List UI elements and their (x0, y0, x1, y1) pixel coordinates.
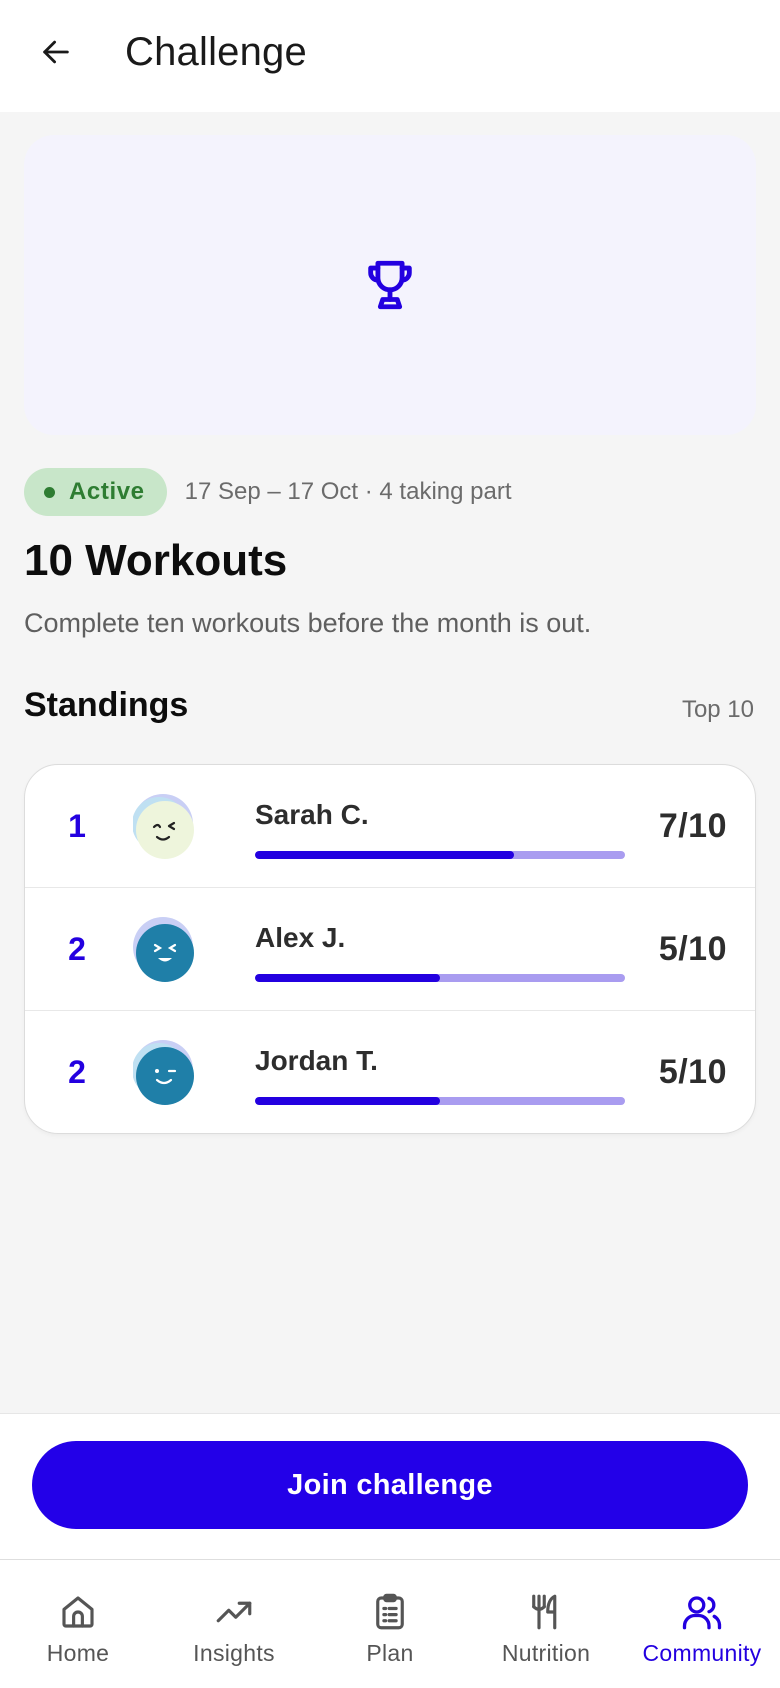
progress-bar (255, 974, 625, 982)
arrow-left-icon (43, 40, 69, 64)
rank-number: 1 (68, 808, 86, 844)
nav-item-plan[interactable]: Plan (312, 1560, 468, 1688)
nav-item-nutrition[interactable]: Nutrition (468, 1560, 624, 1688)
trophy-icon (368, 260, 412, 310)
avatar (133, 794, 194, 859)
status-dot-icon (44, 486, 55, 498)
clipboard-icon (376, 1593, 404, 1630)
challenge-title: 10 Workouts (24, 536, 288, 585)
standings-row[interactable]: 2 Alex J. 5/10 (25, 888, 755, 1011)
participant-name: Jordan T. (255, 1045, 378, 1076)
progress-bar-fill (255, 1097, 440, 1105)
back-button[interactable] (30, 26, 82, 78)
trending-up-icon (216, 1601, 252, 1623)
standings-row[interactable]: 2 Jordan T. 5/10 (25, 1011, 755, 1133)
cta-bar: Join challenge (0, 1413, 780, 1559)
bottom-navigation: Home Insights Plan Nutrition Community (0, 1559, 780, 1688)
progress-bar-fill (255, 974, 440, 982)
challenge-meta-row: Active 17 Sep – 17 Oct · 4 taking part (24, 468, 512, 516)
nav-label: Nutrition (501, 1640, 591, 1666)
nav-label: Home (46, 1640, 110, 1666)
progress-bar-fill (255, 851, 514, 859)
rank-number: 2 (68, 1054, 86, 1090)
nav-label: Insights (193, 1640, 275, 1666)
avatar (133, 1040, 194, 1105)
nav-label: Community (642, 1640, 762, 1666)
top-app-bar: Challenge (0, 0, 780, 112)
status-badge: Active (24, 468, 167, 516)
participant-name: Sarah C. (255, 799, 369, 830)
standings-limit-label: Top 10 (681, 696, 754, 723)
join-challenge-button[interactable]: Join challenge (32, 1441, 748, 1529)
progress-bar (255, 851, 625, 859)
challenge-hero-banner (24, 135, 756, 435)
participant-name: Alex J. (255, 922, 346, 953)
home-icon (62, 1596, 94, 1628)
challenge-dates-participants: 17 Sep – 17 Oct · 4 taking part (184, 478, 512, 505)
nav-item-community[interactable]: Community (624, 1560, 780, 1688)
nav-item-home[interactable]: Home (0, 1560, 156, 1688)
users-icon (682, 1596, 722, 1630)
nav-label: Plan (366, 1640, 414, 1666)
challenge-description: Complete ten workouts before the month i… (24, 608, 592, 638)
nav-item-insights[interactable]: Insights (156, 1560, 312, 1688)
rank-number: 2 (68, 931, 86, 967)
standings-list: 1 Sarah C. 7/10 2 Alex J. 5/10 2 Jordan … (24, 764, 756, 1134)
status-label: Active (69, 478, 145, 505)
utensils-icon (532, 1594, 557, 1630)
progress-bar (255, 1097, 625, 1105)
avatar (133, 917, 194, 982)
standings-row[interactable]: 1 Sarah C. 7/10 (25, 765, 755, 888)
page-title: Challenge (125, 30, 307, 74)
participant-score: 7/10 (658, 807, 727, 845)
participant-score: 5/10 (658, 930, 727, 968)
standings-heading: Standings (24, 686, 189, 724)
participant-score: 5/10 (658, 1053, 727, 1091)
